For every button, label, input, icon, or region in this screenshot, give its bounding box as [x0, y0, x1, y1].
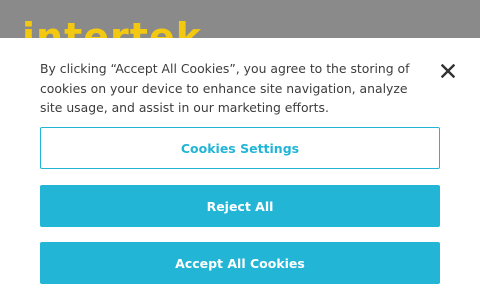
close-icon — [441, 64, 455, 78]
site-logo: intertek — [22, 15, 202, 38]
cookies-settings-button[interactable]: Cookies Settings — [40, 127, 440, 169]
cookie-consent-banner: By clicking “Accept All Cookies”, you ag… — [0, 38, 480, 300]
page-header-backdrop: intertek — [0, 0, 480, 38]
accept-all-cookies-button[interactable]: Accept All Cookies — [40, 242, 440, 284]
consent-message: By clicking “Accept All Cookies”, you ag… — [40, 61, 410, 115]
close-button[interactable] — [438, 61, 458, 81]
reject-all-button[interactable]: Reject All — [40, 185, 440, 227]
